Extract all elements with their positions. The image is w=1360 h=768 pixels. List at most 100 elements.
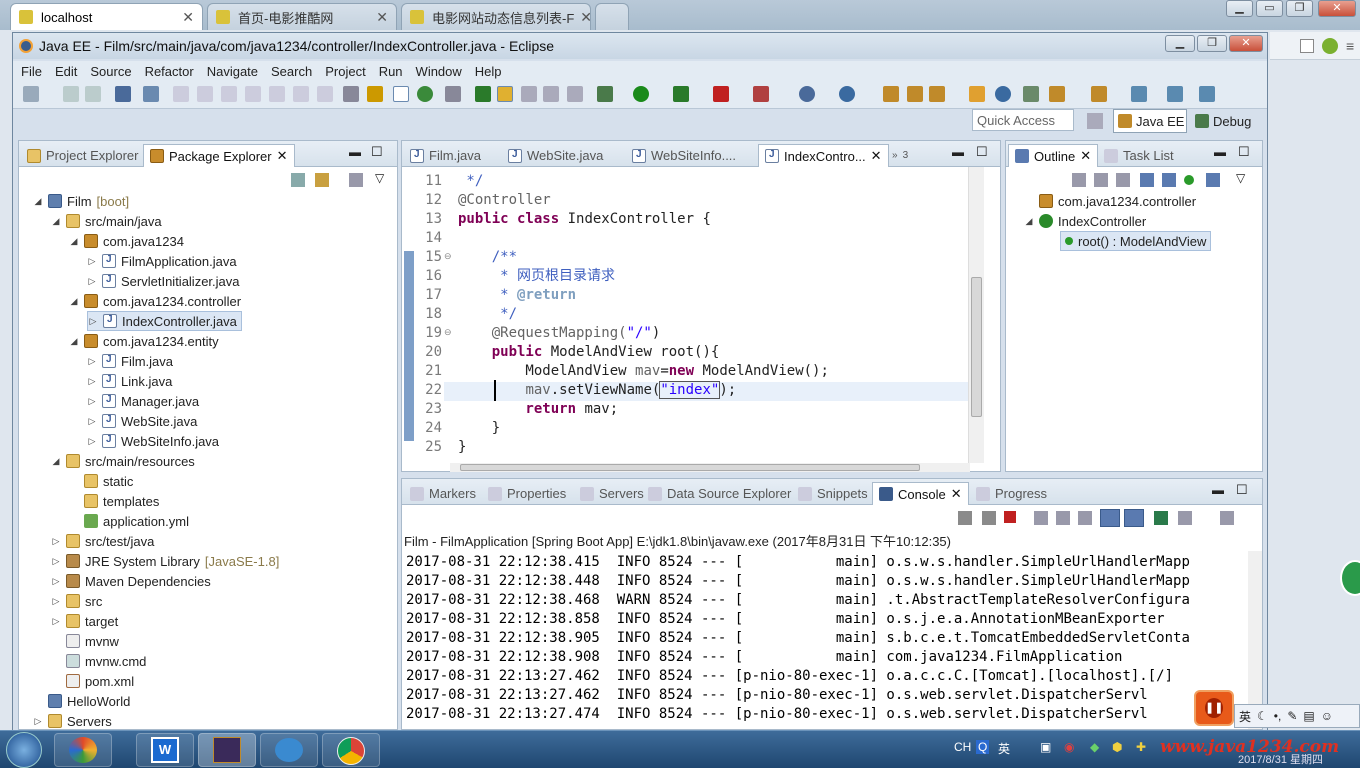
menu-source[interactable]: Source xyxy=(90,64,131,79)
expand-arrow-icon[interactable]: ▷ xyxy=(87,396,97,407)
tree-item-library[interactable]: ▷ Maven Dependencies xyxy=(51,571,211,591)
drop-to-frame-icon[interactable] xyxy=(343,86,359,102)
maximize-view-icon[interactable]: ☐ xyxy=(371,144,383,160)
tree-item-folder[interactable]: ▷ src xyxy=(51,591,103,611)
start-button[interactable] xyxy=(6,732,42,768)
server-icon[interactable] xyxy=(839,86,855,102)
globe-icon[interactable] xyxy=(995,86,1011,102)
minimize-icon[interactable]: ▁ xyxy=(1165,35,1195,52)
tree-item-file[interactable]: mvnw.cmd xyxy=(51,651,146,671)
tab-properties[interactable]: Properties xyxy=(482,482,572,505)
language-indicator[interactable]: CH xyxy=(954,740,971,754)
word-wrap-icon[interactable] xyxy=(1078,511,1092,525)
browser-tab-localhost[interactable]: localhost ✕ xyxy=(10,3,203,30)
minimize-view-icon[interactable]: ▬ xyxy=(1214,145,1226,159)
web-browser-icon[interactable] xyxy=(799,86,815,102)
next-annotation-icon[interactable] xyxy=(475,86,491,102)
floating-badge[interactable] xyxy=(1340,560,1360,596)
menu-edit[interactable]: Edit xyxy=(55,64,77,79)
menu-file[interactable]: File xyxy=(21,64,42,79)
tree-item-package[interactable]: ◢ com.java1234.entity xyxy=(69,331,219,351)
tree-item-file[interactable]: ▷ Film.java xyxy=(87,351,173,371)
checkbox-icon[interactable] xyxy=(1300,39,1314,53)
close-window-icon[interactable]: ✕ xyxy=(1229,35,1263,52)
close-icon[interactable]: ✕ xyxy=(176,9,194,26)
minimize-view-icon[interactable]: ▬ xyxy=(1212,483,1224,497)
perspective-javaee-button[interactable]: Java EE xyxy=(1113,109,1187,133)
last-edit-icon[interactable] xyxy=(1167,86,1183,102)
tab-snippets[interactable]: Snippets xyxy=(792,482,874,505)
highlight-icon[interactable] xyxy=(497,86,513,102)
scroll-lock-icon[interactable] xyxy=(1056,511,1070,525)
taskbar-app-button[interactable] xyxy=(54,733,112,767)
maximize-icon[interactable]: ❐ xyxy=(1197,35,1227,52)
menu-icon[interactable]: ≡ xyxy=(1346,38,1354,54)
vertical-scrollbar[interactable] xyxy=(968,167,984,463)
menu-help[interactable]: Help xyxy=(475,64,502,79)
pin-icon[interactable] xyxy=(1049,86,1065,102)
tab-console[interactable]: Console ✕ xyxy=(872,482,969,505)
open-type-icon[interactable] xyxy=(417,86,433,102)
ime-icon[interactable]: Q xyxy=(976,740,990,754)
horizontal-scrollbar[interactable] xyxy=(450,463,970,472)
tree-item-package[interactable]: ◢ com.java1234 xyxy=(69,231,184,251)
terminal-icon[interactable] xyxy=(115,86,131,102)
hide-static-icon[interactable] xyxy=(1162,173,1176,187)
shield-icon[interactable]: ⬢ xyxy=(1112,740,1122,754)
maximize-view-icon[interactable]: ☐ xyxy=(976,144,988,160)
expand-arrow-icon[interactable]: ▷ xyxy=(88,316,98,327)
close-icon[interactable]: ✕ xyxy=(871,148,882,164)
save-all-icon[interactable] xyxy=(85,86,101,102)
collapse-arrow-icon[interactable]: ◢ xyxy=(51,456,61,467)
tree-item-folder[interactable]: templates xyxy=(69,491,159,511)
editor-tab[interactable]: WebSiteInfo.... xyxy=(626,144,742,167)
browser-tab-list[interactable]: 电影网站动态信息列表-F ✕ xyxy=(401,3,591,30)
forward-icon[interactable] xyxy=(1199,86,1215,102)
hide-local-types-icon[interactable] xyxy=(1206,173,1220,187)
menu-window[interactable]: Window xyxy=(416,64,462,79)
back-icon[interactable] xyxy=(1131,86,1147,102)
build-icon[interactable] xyxy=(445,86,461,102)
run-icon[interactable] xyxy=(633,86,649,102)
collapse-arrow-icon[interactable]: ◢ xyxy=(51,216,61,227)
show-on-stdout-icon[interactable] xyxy=(1100,509,1120,527)
expand-arrow-icon[interactable]: ▷ xyxy=(51,576,61,587)
editor-tab[interactable]: WebSite.java xyxy=(502,144,609,167)
tree-item-file[interactable]: ▷ WebSite.java xyxy=(87,411,198,431)
terminate-icon[interactable] xyxy=(221,86,237,102)
ime-language[interactable]: 英 xyxy=(1239,708,1251,725)
focus-icon[interactable] xyxy=(1072,173,1086,187)
expand-arrow-icon[interactable]: ▷ xyxy=(87,256,97,267)
use-step-filters-icon[interactable] xyxy=(367,86,383,102)
pause-recording-button[interactable]: ❚❚ xyxy=(1194,690,1234,726)
step-into-icon[interactable] xyxy=(269,86,285,102)
open-folder-icon[interactable] xyxy=(907,86,923,102)
smiley-icon[interactable]: ☺ xyxy=(1321,709,1333,723)
chevron-down-icon[interactable]: ▽ xyxy=(1236,171,1245,185)
outline-item-class[interactable]: ◢ IndexController xyxy=(1024,211,1147,231)
close-icon[interactable]: ✕ xyxy=(370,9,388,26)
outline-item-method-selected[interactable]: root() : ModelAndView xyxy=(1060,231,1212,251)
open-console-icon[interactable] xyxy=(1220,511,1234,525)
more-tabs-button[interactable]: » 3 xyxy=(886,144,914,167)
new-package-icon[interactable] xyxy=(883,86,899,102)
close-icon[interactable]: ✕ xyxy=(574,9,590,26)
menu-run[interactable]: Run xyxy=(379,64,403,79)
tab-project-explorer[interactable]: Project Explorer xyxy=(21,144,144,167)
tree-item-file[interactable]: application.yml xyxy=(69,511,189,531)
show-whitespace-icon[interactable] xyxy=(521,86,537,102)
pin-console-icon[interactable] xyxy=(1154,511,1168,525)
sort-icon[interactable] xyxy=(1116,173,1130,187)
antivirus-icon[interactable]: ◉ xyxy=(1064,740,1074,754)
expand-arrow-icon[interactable]: ▷ xyxy=(33,716,43,727)
tree-item-file[interactable]: ▷ FilmApplication.java xyxy=(87,251,237,271)
collapse-arrow-icon[interactable]: ◢ xyxy=(69,296,79,307)
tree-item-src-main-resources[interactable]: ◢ src/main/resources xyxy=(51,451,195,471)
view-menu-icon[interactable] xyxy=(349,173,363,187)
tree-item-package[interactable]: ◢ com.java1234.controller xyxy=(69,291,242,311)
restore-icon[interactable]: ❐ xyxy=(1286,0,1313,17)
terminate-icon[interactable] xyxy=(1004,511,1016,523)
minimize-icon[interactable]: ▁ xyxy=(1226,0,1253,17)
punctuation-icon[interactable]: •, xyxy=(1274,709,1282,723)
ime-mode[interactable]: 英 xyxy=(998,740,1010,757)
